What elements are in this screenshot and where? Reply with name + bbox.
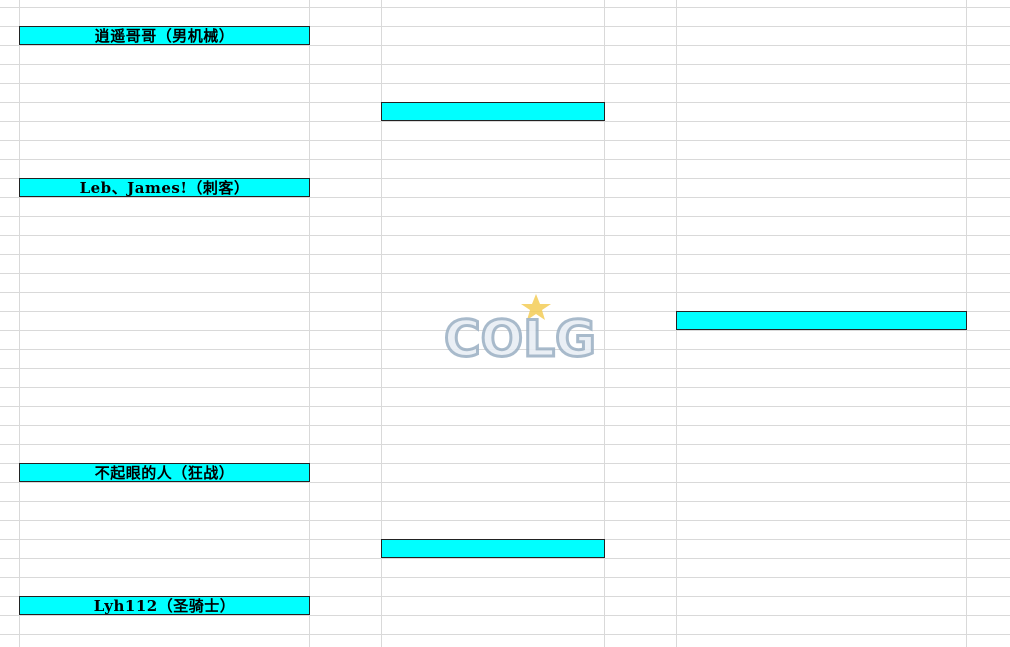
colg-watermark-logo: COLG [432, 290, 612, 370]
colg-logo-graphic: COLG [442, 294, 598, 370]
watermark-text: COLG [444, 310, 596, 368]
bracket-cell-round2-1[interactable] [381, 102, 605, 121]
bracket-cell-round1-4[interactable]: Lyh112（圣骑士） [19, 596, 310, 615]
bracket-cell-round1-2[interactable]: Leb、James!（刺客） [19, 178, 310, 197]
bracket-cell-round2-2[interactable] [381, 539, 605, 558]
bracket-cell-round1-1[interactable]: 逍遥哥哥（男机械） [19, 26, 310, 45]
bracket-cell-final[interactable] [676, 311, 967, 330]
bracket-cell-round1-3[interactable]: 不起眼的人（狂战） [19, 463, 310, 482]
column-line [19, 0, 20, 647]
column-line [309, 0, 310, 647]
